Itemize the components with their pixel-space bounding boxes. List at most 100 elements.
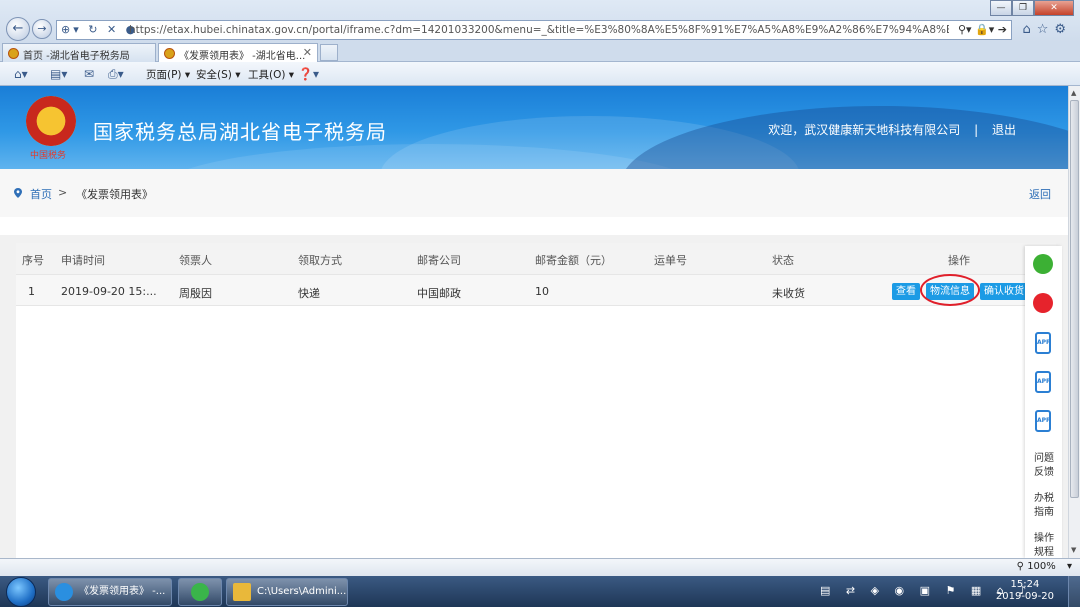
scroll-up-icon[interactable]: ▲ bbox=[1071, 89, 1076, 97]
breadcrumb-current: 《发票领用表》 bbox=[76, 188, 153, 201]
main-content: 序号 申请时间 领票人 领取方式 邮寄公司 邮寄金额（元） 运单号 状态 操作 … bbox=[0, 235, 1068, 558]
taskbar-clock[interactable]: 15:24 2019-09-20 bbox=[996, 579, 1054, 603]
restore-icon[interactable]: ❐ bbox=[1012, 0, 1034, 16]
close-window-icon[interactable]: ✕ bbox=[1034, 0, 1074, 16]
sidebar-item-rules[interactable]: 操作规程 bbox=[1030, 532, 1058, 558]
print-icon[interactable]: ⎙▾ bbox=[108, 67, 124, 82]
tab-label: 首页 -湖北省电子税务局 bbox=[23, 51, 130, 62]
logout-link[interactable]: 退出 bbox=[992, 123, 1016, 137]
cell-index: 1 bbox=[28, 285, 35, 298]
breadcrumb-separator: > bbox=[58, 186, 68, 199]
confirm-receipt-button[interactable]: 确认收货 bbox=[980, 283, 1028, 300]
cell-method: 快递 bbox=[298, 287, 320, 300]
col-actions: 操作 bbox=[948, 254, 970, 267]
zoom-control[interactable]: ⚲ 100% ▾ bbox=[1017, 561, 1072, 572]
floating-sidebar: APP APP APP 问题反馈 办税指南 操作规程 bbox=[1025, 246, 1062, 558]
minimize-icon[interactable]: — bbox=[990, 0, 1012, 16]
feeds-icon[interactable]: ▤▾ bbox=[50, 67, 67, 81]
page-menu[interactable]: 页面(P) ▾ bbox=[146, 67, 190, 82]
app-download-icon[interactable]: APP bbox=[1035, 371, 1051, 393]
home-star-gear-icons[interactable]: ⌂☆⚙ bbox=[1022, 22, 1072, 37]
app-download-icon[interactable]: APP bbox=[1035, 410, 1051, 432]
zoom-level: 100% bbox=[1027, 561, 1056, 572]
taskbar-item-label: 《发票领用表》 -... bbox=[79, 586, 166, 597]
breadcrumb: 首页 > 《发票领用表》 返回 bbox=[0, 169, 1068, 217]
col-index: 序号 bbox=[22, 254, 44, 267]
tax-favicon-icon bbox=[8, 48, 19, 59]
emblem-caption: 中国税务 bbox=[30, 151, 67, 161]
taskbar-item-explorer[interactable]: C:\Users\Admini... bbox=[226, 578, 348, 606]
welcome-line: 欢迎，武汉健康新天地科技有限公司 | 退出 bbox=[768, 121, 1016, 138]
col-apply-time: 申请时间 bbox=[61, 254, 105, 267]
clock-time: 15:24 bbox=[1010, 579, 1040, 590]
new-tab-button[interactable] bbox=[320, 44, 338, 61]
compat-refresh-stop-icons[interactable]: ⊕▾ ↻ ✕ ● bbox=[61, 23, 138, 36]
safety-menu[interactable]: 安全(S) ▾ bbox=[196, 67, 240, 82]
cell-amount: 10 bbox=[535, 285, 549, 298]
sidebar-item-guide[interactable]: 办税指南 bbox=[1030, 492, 1058, 520]
site-title: 国家税务总局湖北省电子税务局 bbox=[93, 120, 387, 144]
show-desktop-button[interactable] bbox=[1068, 576, 1080, 607]
invoice-table: 序号 申请时间 领票人 领取方式 邮寄公司 邮寄金额（元） 运单号 状态 操作 … bbox=[16, 243, 1056, 558]
search-lock-go-icons[interactable]: ⚲▾ 🔒▾ ➔ bbox=[958, 23, 1007, 36]
back-link[interactable]: 返回 bbox=[1029, 186, 1051, 202]
taskbar-item-label: C:\Users\Admini... bbox=[257, 586, 347, 597]
start-button[interactable] bbox=[6, 577, 36, 607]
red-annotation-circle bbox=[920, 274, 980, 306]
sidebar-item-feedback[interactable]: 问题反馈 bbox=[1030, 452, 1058, 480]
browser-address-row: — ❐ ✕ ← → ⊕▾ ↻ ✕ ● https://etax.hubei.ch… bbox=[0, 0, 1080, 42]
tab-invoice-table[interactable]: 《发票领用表》 -湖北省电... ✕ bbox=[158, 43, 318, 62]
browser-status-bar: ⚲ 100% ▾ bbox=[0, 558, 1080, 576]
table-header: 序号 申请时间 领票人 领取方式 邮寄公司 邮寄金额（元） 运单号 状态 操作 bbox=[16, 243, 1056, 274]
weibo-icon[interactable] bbox=[1033, 293, 1053, 313]
page-viewport: 中国税务 国家税务总局湖北省电子税务局 欢迎，武汉健康新天地科技有限公司 | 退… bbox=[0, 86, 1068, 558]
wechat-icon[interactable] bbox=[1033, 254, 1053, 274]
taskbar-item-360[interactable] bbox=[178, 578, 222, 606]
zoom-icon: ⚲ bbox=[1016, 561, 1024, 572]
home-icon[interactable]: ⌂▾ bbox=[14, 67, 28, 81]
tax-favicon-icon bbox=[164, 48, 175, 59]
col-amount: 邮寄金额（元） bbox=[535, 254, 612, 267]
spacer-band bbox=[0, 217, 1068, 235]
scroll-down-icon[interactable]: ▼ bbox=[1071, 546, 1076, 554]
taskbar-item-ie[interactable]: 《发票领用表》 -... bbox=[48, 578, 172, 606]
col-method: 领取方式 bbox=[298, 254, 342, 267]
view-button[interactable]: 查看 bbox=[892, 283, 920, 300]
browser-tabs-row: 首页 -湖北省电子税务局 《发票领用表》 -湖北省电... ✕ bbox=[0, 42, 1080, 62]
window-controls: — ❐ ✕ bbox=[990, 0, 1074, 16]
location-pin-icon bbox=[14, 188, 22, 198]
mail-icon[interactable]: ✉ bbox=[84, 67, 94, 81]
col-status: 状态 bbox=[772, 254, 794, 267]
col-courier: 邮寄公司 bbox=[417, 254, 461, 267]
scroll-thumb[interactable] bbox=[1070, 100, 1079, 498]
welcome-text: 欢迎，武汉健康新天地科技有限公司 bbox=[768, 123, 961, 137]
vertical-scrollbar[interactable]: ▲ ▼ bbox=[1068, 86, 1080, 558]
tab-close-icon[interactable]: ✕ bbox=[303, 46, 312, 59]
back-arrow-icon[interactable]: ← bbox=[6, 17, 30, 41]
help-icon[interactable]: ❓▾ bbox=[298, 67, 319, 81]
windows-taskbar: 《发票领用表》 -... C:\Users\Admini... ▤ ⇄ ◈ ◉ … bbox=[0, 576, 1080, 607]
breadcrumb-home-link[interactable]: 首页 bbox=[30, 186, 52, 202]
table-row: 1 2019-09-20 15:... 周殷因 快递 中国邮政 10 未收货 查… bbox=[16, 274, 1056, 306]
tab-label: 《发票领用表》 -湖北省电... bbox=[179, 51, 306, 62]
app-download-icon[interactable]: APP bbox=[1035, 332, 1051, 354]
tax-emblem-icon bbox=[26, 96, 76, 146]
cell-courier: 中国邮政 bbox=[417, 287, 461, 300]
folder-icon bbox=[233, 583, 251, 601]
cell-recipient: 周殷因 bbox=[179, 287, 212, 300]
tools-menu[interactable]: 工具(O) ▾ bbox=[248, 67, 294, 82]
header-divider: | bbox=[974, 123, 979, 137]
ie-icon bbox=[55, 583, 73, 601]
address-bar[interactable]: ⊕▾ ↻ ✕ ● https://etax.hubei.chinatax.gov… bbox=[56, 20, 1012, 40]
browser-360-icon bbox=[191, 583, 209, 601]
col-waybill: 运单号 bbox=[654, 254, 687, 267]
tab-home[interactable]: 首页 -湖北省电子税务局 bbox=[2, 43, 156, 62]
clock-date: 2019-09-20 bbox=[995, 591, 1054, 602]
cell-apply-time: 2019-09-20 15:... bbox=[61, 285, 157, 298]
col-recipient: 领票人 bbox=[179, 254, 212, 267]
command-bar: ⌂▾ ▤▾ ✉ ⎙▾ 页面(P) ▾ 安全(S) ▾ 工具(O) ▾ ❓▾ bbox=[0, 62, 1080, 86]
forward-arrow-icon[interactable]: → bbox=[32, 19, 52, 39]
url-text[interactable]: https://etax.hubei.chinatax.gov.cn/porta… bbox=[129, 24, 949, 36]
site-banner: 中国税务 国家税务总局湖北省电子税务局 欢迎，武汉健康新天地科技有限公司 | 退… bbox=[0, 86, 1068, 169]
cell-status: 未收货 bbox=[772, 287, 805, 300]
